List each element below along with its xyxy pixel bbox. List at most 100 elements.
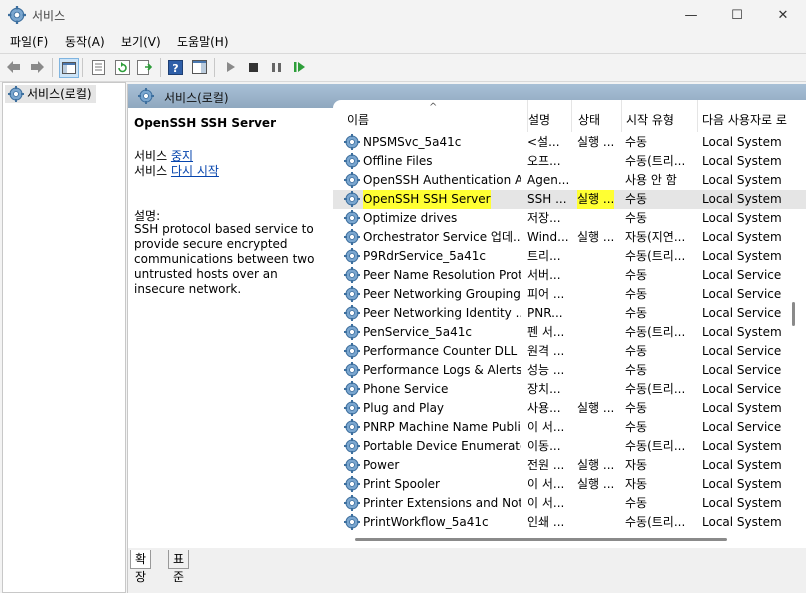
service-description: 피어 ... xyxy=(527,287,565,301)
service-row[interactable]: Peer Name Resolution Prot... 서버... 수동 Local… xyxy=(333,266,806,285)
service-name: Plug and Play xyxy=(363,401,445,415)
menu-file[interactable]: 파일(F) xyxy=(10,33,48,50)
service-row[interactable]: Print Spooler 이 서... 실행 ... 자동 Local System xyxy=(333,475,806,494)
service-row[interactable]: Plug and Play 사용... 실행 ... 수동 Local System xyxy=(333,399,806,418)
service-name: Peer Networking Identity ... xyxy=(363,306,521,320)
column-header-name[interactable]: 이름 ^ xyxy=(341,100,528,132)
tab-extended[interactable]: 확장 xyxy=(130,550,152,584)
service-status xyxy=(577,513,619,532)
service-name: PrintWorkflow_5a41c xyxy=(363,515,489,529)
export-list-icon[interactable] xyxy=(136,58,154,76)
service-row[interactable]: Offline Files 오프... 수동(트리... Local System xyxy=(333,152,806,171)
menu-help[interactable]: 도움말(H) xyxy=(177,33,229,50)
service-startup-type: 수동 xyxy=(625,192,648,206)
service-gear-icon xyxy=(344,495,360,511)
refresh-icon[interactable] xyxy=(113,58,131,76)
service-log-on-as: Local System xyxy=(702,496,782,510)
service-startup-type: 수동 xyxy=(625,211,648,225)
restart-service-icon[interactable] xyxy=(290,58,308,76)
service-row[interactable]: Printer Extensions and Noti... 이 서... 수동 Lo… xyxy=(333,494,806,513)
service-gear-icon xyxy=(344,305,360,321)
toolbar-separator xyxy=(160,58,161,77)
service-status xyxy=(577,418,619,437)
service-log-on-as: Local System xyxy=(702,325,782,339)
minimize-button[interactable]: — xyxy=(668,0,714,30)
start-service-icon[interactable] xyxy=(222,58,240,76)
service-row[interactable]: Peer Networking Grouping 피어 ... 수동 Local Se… xyxy=(333,285,806,304)
service-row[interactable]: PNRP Machine Name Publi... 이 서... 수동 Local … xyxy=(333,418,806,437)
toolbar: ? xyxy=(0,53,806,82)
service-row[interactable]: P9RdrService_5a41c 트리... 수동(트리... Local Sys… xyxy=(333,247,806,266)
service-row[interactable]: OpenSSH SSH Server SSH ... 실행 ... 수동 Local S… xyxy=(333,190,806,209)
service-log-on-as: Local Service xyxy=(702,306,782,320)
service-gear-icon xyxy=(344,457,360,473)
toolbar-separator xyxy=(52,58,53,77)
stop-service-icon[interactable] xyxy=(244,58,262,76)
service-status xyxy=(577,209,619,228)
tree-item-services-local[interactable]: 서비스(로컬) xyxy=(5,85,96,103)
service-row[interactable]: Portable Device Enumerato... 이동... 수동(트리..… xyxy=(333,437,806,456)
forward-arrow-icon[interactable] xyxy=(28,58,46,76)
service-row[interactable]: PrintWorkflow_5a41c 인쇄 ... 수동(트리... Local S… xyxy=(333,513,806,532)
service-gear-icon xyxy=(344,343,360,359)
show-action-pane-icon[interactable] xyxy=(190,58,208,76)
pause-service-icon[interactable] xyxy=(267,58,285,76)
service-description: SSH ... xyxy=(527,192,567,206)
toolbar-separator xyxy=(82,58,83,77)
stop-service-prefix: 서비스 xyxy=(134,149,171,163)
column-header-startup-type[interactable]: 시작 유형 xyxy=(620,100,698,132)
service-row[interactable]: Optimize drives 저장... 수동 Local System xyxy=(333,209,806,228)
service-name: PNRP Machine Name Publi... xyxy=(363,420,521,434)
service-description: 트리... xyxy=(527,249,561,263)
show-hide-console-tree-icon[interactable] xyxy=(59,58,79,78)
horizontal-scrollbar-thumb[interactable] xyxy=(355,538,727,541)
service-log-on-as: Local System xyxy=(702,477,782,491)
vertical-scrollbar-thumb[interactable] xyxy=(792,302,795,326)
service-status: 실행 ... xyxy=(577,230,615,244)
menu-action[interactable]: 동작(A) xyxy=(65,33,105,50)
service-row[interactable]: PenService_5a41c 펜 서... 수동(트리... Local Syst… xyxy=(333,323,806,342)
maximize-button[interactable]: ☐ xyxy=(714,0,760,30)
back-arrow-icon[interactable] xyxy=(5,58,23,76)
service-log-on-as: Local System xyxy=(702,230,782,244)
services-list: 이름 ^ 설명 상태 시작 유형 다음 사용자로 로 NPSMSvc_5a41c… xyxy=(333,100,806,532)
service-gear-icon xyxy=(344,438,360,454)
service-description: 사용... xyxy=(527,401,561,415)
tree-item-label: 서비스(로컬) xyxy=(27,87,92,101)
service-gear-icon xyxy=(344,191,360,207)
service-row[interactable]: Phone Service 장치... 수동(트리... Local Service xyxy=(333,380,806,399)
service-gear-icon xyxy=(344,362,360,378)
service-startup-type: 수동(트리... xyxy=(625,382,686,396)
column-header-status[interactable]: 상태 xyxy=(572,100,622,132)
service-status xyxy=(577,342,619,361)
column-header-log-on-as-label: 다음 사용자로 로 xyxy=(702,113,787,127)
column-header-description[interactable]: 설명 xyxy=(522,100,572,132)
service-gear-icon xyxy=(344,210,360,226)
service-gear-icon xyxy=(344,419,360,435)
service-startup-type: 수동 xyxy=(625,135,648,149)
tab-standard[interactable]: 표준 xyxy=(168,550,190,584)
description-text: SSH protocol based service to provide se… xyxy=(134,222,315,296)
service-row[interactable]: Performance Counter DLL ... 원격 ... 수동 Local… xyxy=(333,342,806,361)
service-status: 실행 ... xyxy=(577,135,615,149)
properties-sheet-icon[interactable] xyxy=(89,58,107,76)
service-gear-icon xyxy=(344,324,360,340)
help-icon[interactable]: ? xyxy=(166,58,184,76)
service-row[interactable]: Orchestrator Service 업데... Wind... 실행 ... 자… xyxy=(333,228,806,247)
stop-service-link[interactable]: 중지 xyxy=(171,149,193,163)
service-row[interactable]: OpenSSH Authentication A... Agen... 사용 안 함… xyxy=(333,171,806,190)
service-row[interactable]: Performance Logs & Alerts 성능 ... 수동 Local S… xyxy=(333,361,806,380)
service-row[interactable]: Power 전원 ... 실행 ... 자동 Local System xyxy=(333,456,806,475)
column-header-log-on-as[interactable]: 다음 사용자로 로 xyxy=(696,100,806,132)
service-name: Performance Logs & Alerts xyxy=(363,363,521,377)
restart-service-link[interactable]: 다시 시작 xyxy=(171,164,219,178)
menu-view[interactable]: 보기(V) xyxy=(121,33,161,50)
service-log-on-as: Local System xyxy=(702,458,782,472)
service-gear-icon xyxy=(344,153,360,169)
service-description: 펜 서... xyxy=(527,325,565,339)
service-row[interactable]: Peer Networking Identity ... PNR... 수동 Loca… xyxy=(333,304,806,323)
service-name: Peer Networking Grouping xyxy=(363,287,521,301)
service-row[interactable]: NPSMSvc_5a41c <설... 실행 ... 수동 Local System xyxy=(333,133,806,152)
close-button[interactable]: ✕ xyxy=(760,0,806,30)
service-description: Agen... xyxy=(527,173,570,187)
